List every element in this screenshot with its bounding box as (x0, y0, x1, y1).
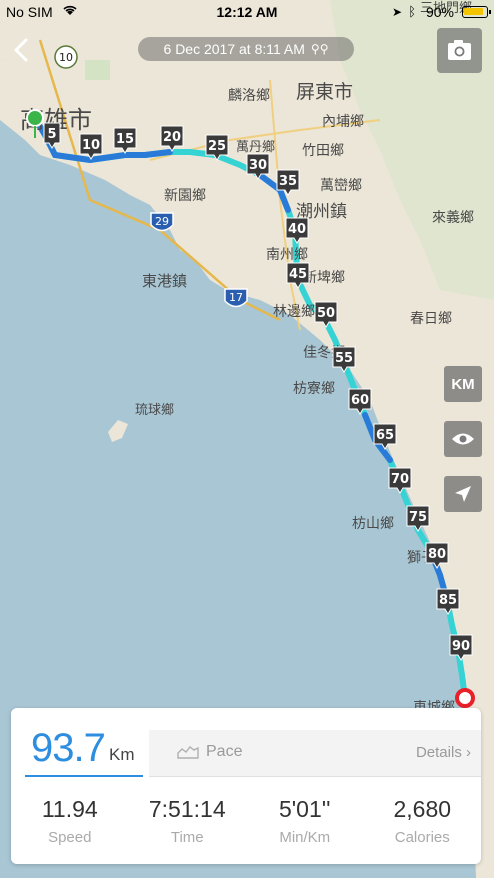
stat-pace: 5'01'' Min/Km (246, 788, 364, 858)
activity-date: 6 Dec 2017 at 8:11 AM (163, 41, 305, 57)
road-shield: 17 (224, 288, 248, 308)
km-marker-label: 90 (452, 639, 470, 654)
km-marker-label: 75 (409, 510, 427, 525)
chevron-right-icon: › (466, 744, 471, 761)
svg-text:10: 10 (59, 51, 73, 64)
details-label: Details (415, 744, 462, 761)
map-label: 南州鄉 (266, 247, 308, 263)
km-marker-label: 35 (279, 174, 297, 189)
distance-tab[interactable]: 93.7 Km (11, 708, 149, 777)
map-label: 竹田鄉 (302, 143, 344, 159)
battery-percent: 90% (425, 4, 454, 20)
distance-value: 93.7 (31, 726, 106, 770)
stat-label: Calories (394, 829, 450, 846)
stat-label: Min/Km (279, 829, 331, 846)
km-marker-label: 70 (391, 472, 409, 487)
map-label: 麟洛鄉 (228, 88, 270, 104)
bike-icon: ⚲⚲ (310, 42, 329, 56)
km-marker-label: 20 (163, 130, 181, 145)
island-liuqiu (108, 420, 128, 442)
details-link[interactable]: Details › (416, 744, 471, 761)
svg-text:29: 29 (155, 215, 169, 228)
distance-unit: Km (109, 745, 135, 764)
km-marker: 60 (348, 388, 372, 415)
road-shield: 10 (54, 45, 78, 69)
km-marker-label: 65 (376, 428, 394, 443)
stats-row: 11.94 Speed 7:51:14 Time 5'01'' Min/Km 2… (11, 788, 481, 858)
map-label: 枋山鄉 (352, 516, 394, 532)
stat-speed: 11.94 Speed (11, 788, 129, 858)
clock-label: 12:12 AM (216, 4, 278, 20)
map-label: 林邊鄉 (273, 304, 315, 320)
stat-value: 5'01'' (278, 796, 331, 822)
map-label: 萬丹鄉 (236, 139, 275, 155)
stat-calories: 2,680 Calories (364, 788, 482, 858)
eye-icon (452, 433, 474, 445)
stat-label: Speed (48, 829, 92, 846)
km-marker-label: 25 (208, 139, 226, 154)
km-marker-label: 15 (116, 132, 134, 147)
location-arrow-icon: ➤ (391, 5, 402, 19)
camera-button[interactable] (437, 28, 482, 73)
pace-tab-label: Pace (206, 743, 243, 760)
stat-label: Time (170, 829, 204, 846)
pace-chart-icon (177, 746, 199, 759)
km-toggle-button[interactable]: KM (444, 366, 482, 402)
pace-tab[interactable]: Pace (177, 743, 242, 761)
km-marker-label: 40 (288, 222, 306, 237)
battery-icon (462, 6, 491, 18)
km-marker-label: 80 (428, 547, 446, 562)
km-marker-label: 45 (289, 267, 307, 282)
map-label: 新園鄉 (164, 188, 206, 204)
svg-text:17: 17 (229, 291, 243, 304)
road-shield: 29 (150, 212, 174, 232)
km-marker-label: 55 (335, 351, 353, 366)
map-label: 東港鎮 (142, 272, 187, 290)
km-marker-label: 60 (351, 393, 369, 408)
visibility-button[interactable] (444, 421, 482, 457)
map-label: 春日鄉 (410, 311, 452, 327)
stat-value: 7:51:14 (148, 796, 226, 822)
km-marker-label: 5 (47, 127, 56, 142)
map-label: 屏東市 (296, 81, 353, 103)
park-area (85, 60, 110, 80)
map-label: 枋寮鄉 (293, 380, 335, 397)
summary-panel: 93.7 Km Pace Details › 11.94 Speed 7:51:… (11, 708, 481, 864)
tab-underline (25, 775, 143, 777)
tab-strip: Pace Details › (149, 730, 481, 777)
km-marker-label: 85 (439, 593, 457, 608)
km-marker-label: 10 (82, 138, 100, 153)
chevron-left-icon (14, 38, 28, 62)
back-button[interactable] (8, 34, 36, 66)
stat-time: 7:51:14 Time (129, 788, 247, 858)
status-bar: No SIM 12:12 AM ➤ ᛒ 90% (0, 0, 494, 24)
navigation-arrow-icon (455, 486, 471, 502)
locate-button[interactable] (444, 476, 482, 512)
km-marker-label: 30 (249, 158, 267, 173)
map-label: 萬巒鄉 (320, 178, 362, 194)
km-marker-label: 50 (317, 306, 335, 321)
map-label: 琉球鄉 (135, 402, 174, 418)
bluetooth-icon: ᛒ (408, 4, 416, 19)
camera-icon (448, 40, 471, 60)
stat-value: 11.94 (41, 796, 98, 822)
map-label: 來義鄉 (432, 209, 474, 226)
end-marker (455, 688, 475, 708)
km-toggle-label: KM (451, 375, 475, 393)
date-pill: 6 Dec 2017 at 8:11 AM ⚲⚲ (138, 37, 354, 61)
stat-value: 2,680 (393, 796, 452, 822)
map-label: 內埔鄉 (322, 114, 364, 130)
